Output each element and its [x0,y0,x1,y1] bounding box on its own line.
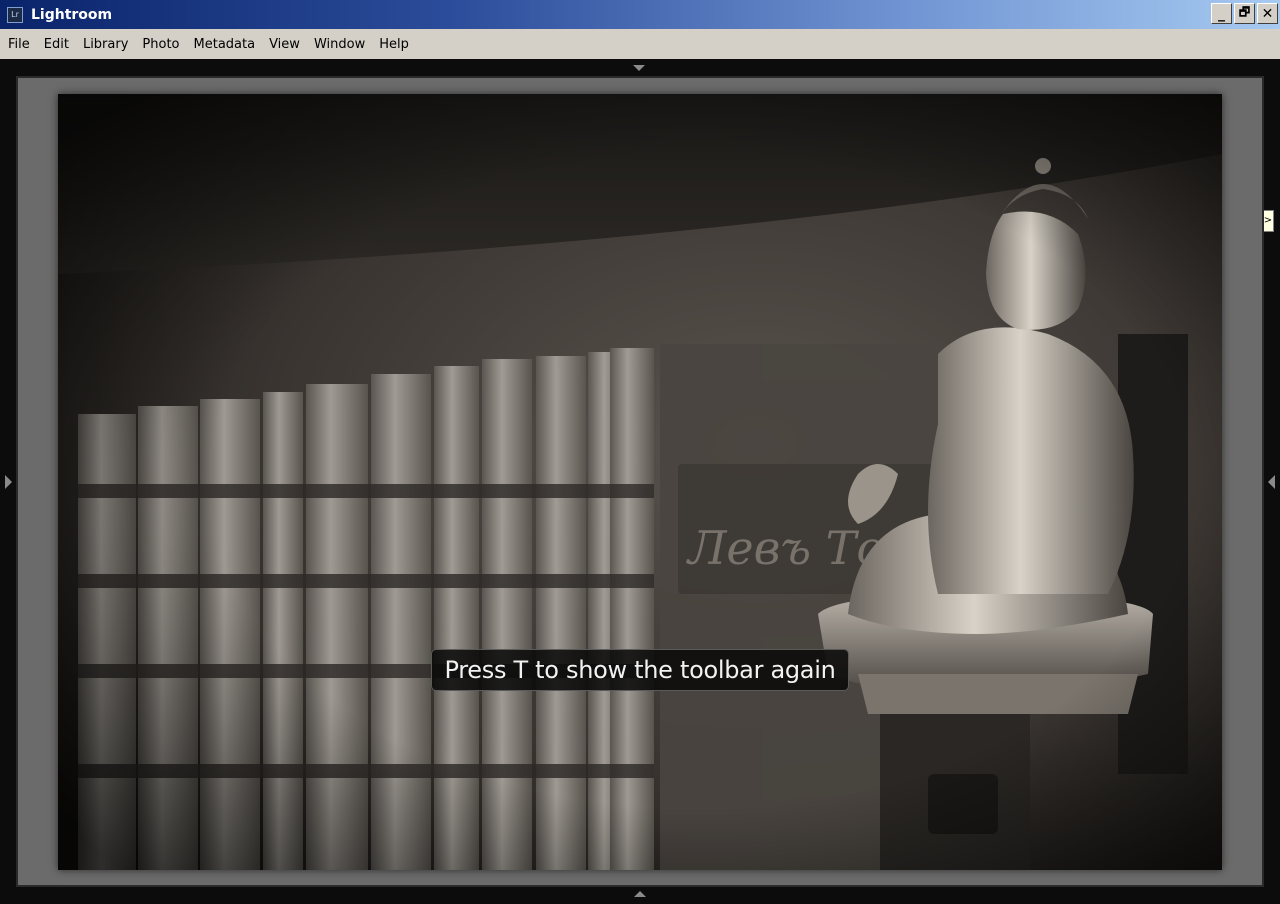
minimize-button[interactable]: _ [1211,3,1232,24]
menu-edit[interactable]: Edit [37,37,76,52]
menu-metadata[interactable]: Metadata [187,37,263,52]
minimize-icon: _ [1218,5,1225,22]
triangle-up-icon[interactable] [634,891,646,897]
window-title: Lightroom [31,6,113,23]
window-controls: _ 🗗 ✕ [1211,3,1278,24]
triangle-down-icon[interactable] [633,65,645,71]
toolbar-hint-toast: Press T to show the toolbar again [431,649,849,691]
menu-file[interactable]: File [1,37,37,52]
restore-button[interactable]: 🗗 [1234,3,1255,24]
title-bar[interactable]: Lr Lightroom _ 🗗 ✕ [0,0,1280,29]
lightroom-icon[interactable]: Lr [7,6,23,23]
triangle-left-icon[interactable] [1268,475,1275,489]
photo-preview[interactable]: Левъ Толст [58,94,1222,870]
menu-library[interactable]: Library [76,37,135,52]
menu-photo[interactable]: Photo [135,37,186,52]
menu-view[interactable]: View [262,37,307,52]
close-button[interactable]: ✕ [1257,3,1278,24]
close-icon: ✕ [1261,5,1274,22]
menu-bar: File Edit Library Photo Metadata View Wi… [0,29,1280,59]
triangle-right-icon[interactable] [5,475,12,489]
menu-window[interactable]: Window [307,37,372,52]
loupe-workspace: > Press T to show the toolbar again [0,59,1280,904]
menu-help[interactable]: Help [372,37,416,52]
restore-icon: 🗗 [1238,5,1251,19]
